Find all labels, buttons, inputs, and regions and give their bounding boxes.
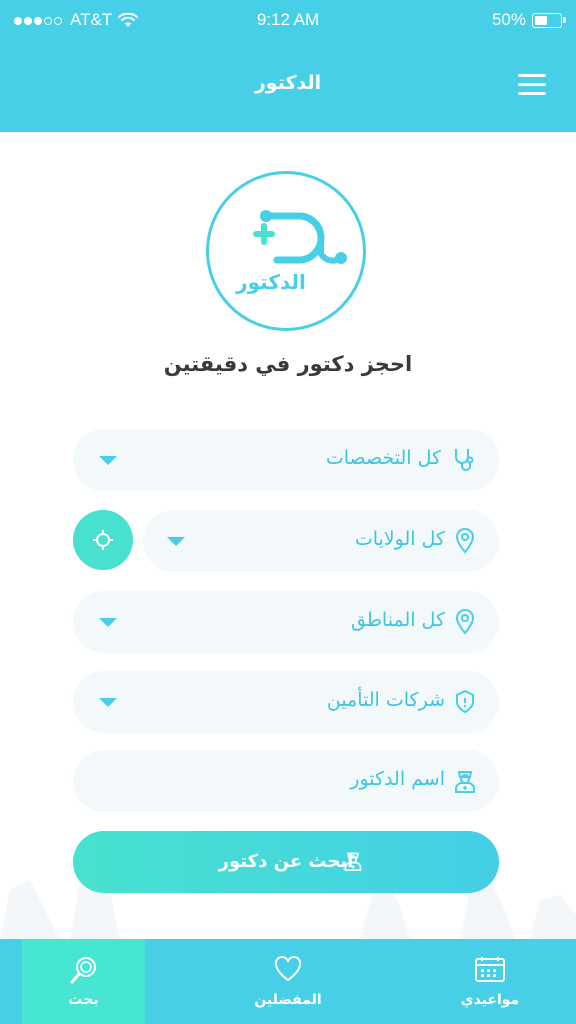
state-label: كل الولايات: [354, 528, 445, 550]
locate-me-button[interactable]: [73, 510, 133, 570]
state-dropdown[interactable]: كل الولايات: [143, 510, 499, 572]
tab-appointments-label: مواعيدي: [460, 992, 520, 1008]
insurance-label: شركات التأمين: [326, 689, 445, 711]
status-right: 50%: [491, 10, 566, 30]
location-pin-icon: [455, 609, 475, 635]
insurance-dropdown[interactable]: شركات التأمين: [73, 671, 499, 733]
doctor-name-input[interactable]: اسم الدكتور: [73, 750, 499, 812]
doctor-icon: [455, 771, 475, 793]
battery-icon: [532, 12, 566, 28]
chevron-down-icon: [99, 698, 117, 707]
chevron-down-icon: [99, 618, 117, 627]
battery-percent: 50%: [491, 10, 526, 29]
heart-icon: [274, 955, 302, 982]
area-dropdown[interactable]: كل المناطق: [73, 591, 499, 653]
doctor-name-placeholder: اسم الدكتور: [350, 768, 445, 790]
tab-search[interactable]: بحث: [22, 939, 145, 1024]
stethoscope-icon: [455, 449, 474, 471]
tab-search-label: بحث: [68, 992, 99, 1008]
search-button-label: ابحث عن دكتور: [218, 851, 354, 872]
specialty-label: كل التخصصات: [325, 447, 441, 469]
search-icon: [70, 957, 96, 984]
calendar-icon: [475, 957, 505, 982]
tab-bar: بحث المفضلين مواعيدي: [0, 939, 576, 1024]
tab-appointments[interactable]: مواعيدي: [430, 939, 550, 1024]
search-doctor-button[interactable]: ابحث عن دكتور: [73, 831, 499, 893]
tagline: احجز دكتور في دقيقتين: [163, 352, 413, 376]
menu-icon[interactable]: [518, 74, 546, 96]
nav-bar: الدكتور: [0, 40, 576, 132]
specialty-dropdown[interactable]: كل التخصصات: [73, 429, 499, 491]
status-time: 9:12 AM: [256, 10, 320, 29]
chevron-down-icon: [167, 537, 185, 546]
chevron-down-icon: [99, 456, 117, 465]
stethoscope-logo-icon: الدكتور: [235, 210, 347, 294]
tab-favorites[interactable]: المفضلين: [226, 939, 350, 1024]
crosshair-icon: [93, 530, 113, 550]
logo-text: الدكتور: [235, 270, 306, 294]
location-pin-icon: [455, 528, 475, 554]
shield-icon: [456, 689, 474, 714]
area-label: كل المناطق: [350, 609, 445, 631]
status-bar: AT&T 9:12 AM 50%: [0, 0, 576, 40]
app-logo: الدكتور: [206, 171, 366, 331]
page-title: الدكتور: [254, 72, 322, 94]
tab-favorites-label: المفضلين: [254, 992, 322, 1008]
